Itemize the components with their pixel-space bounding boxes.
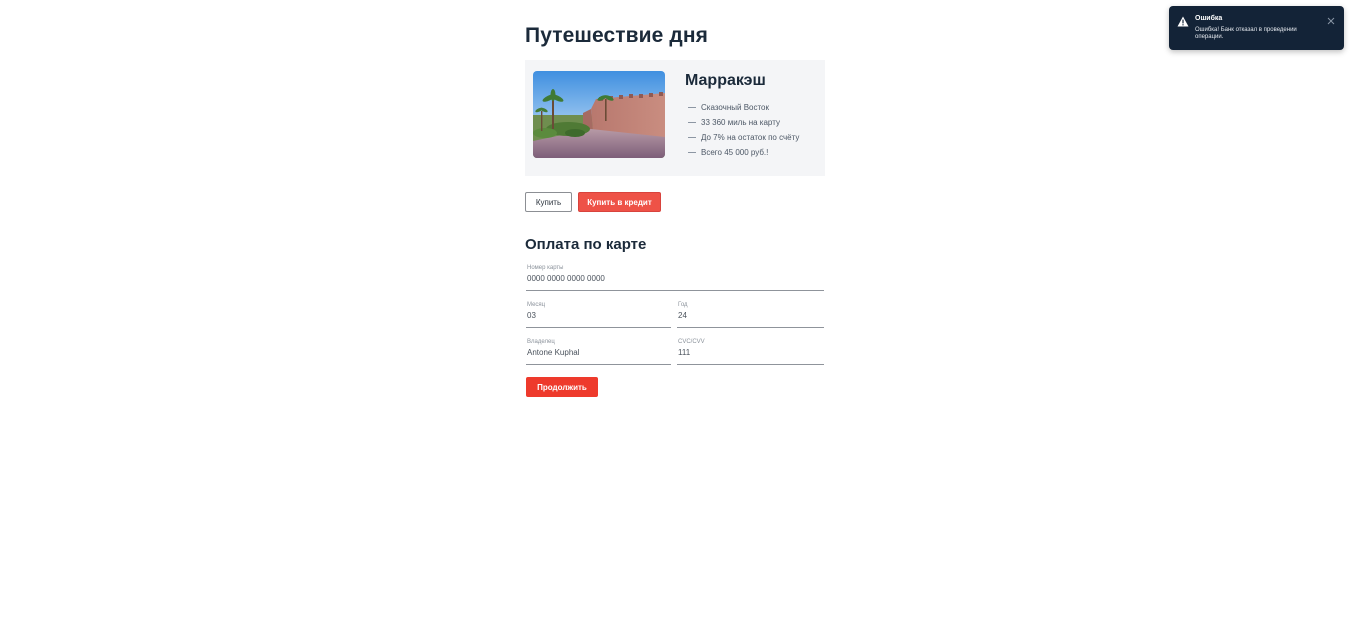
continue-button[interactable]: Продолжить <box>526 377 598 397</box>
year-label: Год <box>678 302 688 308</box>
offer-feature: Всего 45 000 руб.! <box>688 145 799 160</box>
owner-field: Владелец <box>526 339 671 365</box>
owner-label: Владелец <box>527 339 555 345</box>
notification-title: Ошибка <box>1195 15 1223 22</box>
page-title: Путешествие дня <box>525 24 708 47</box>
card-number-label: Номер карты <box>527 265 564 271</box>
cvc-field: CVC/CVV <box>677 339 824 365</box>
close-icon[interactable] <box>1326 13 1336 25</box>
offer-feature: 33 360 миль на карту <box>688 115 799 130</box>
card-number-field: Номер карты <box>526 265 824 291</box>
error-notification: Ошибка Ошибка! Банк отказал в проведении… <box>1169 6 1344 50</box>
month-label: Месяц <box>527 302 546 308</box>
card-number-input[interactable] <box>526 272 824 285</box>
offer-card: Марракэш Сказочный Восток 33 360 миль на… <box>525 60 825 176</box>
buy-on-credit-button[interactable]: Купить в кредит <box>578 192 661 212</box>
year-input[interactable] <box>677 309 824 322</box>
payment-section-title: Оплата по карте <box>525 236 647 253</box>
cvc-input[interactable] <box>677 346 824 359</box>
buy-button[interactable]: Купить <box>525 192 572 212</box>
warning-icon <box>1177 14 1189 27</box>
offer-feature: До 7% на остаток по счёту <box>688 130 799 145</box>
offer-image <box>533 71 665 158</box>
owner-input[interactable] <box>526 346 671 359</box>
cvc-label: CVC/CVV <box>678 339 705 345</box>
year-field: Год <box>677 302 824 328</box>
month-field: Месяц <box>526 302 671 328</box>
notification-message: Ошибка! Банк отказал в проведении операц… <box>1195 27 1297 40</box>
offer-city: Марракэш <box>685 72 766 89</box>
offer-feature: Сказочный Восток <box>688 100 799 115</box>
month-input[interactable] <box>526 309 671 322</box>
offer-features-list: Сказочный Восток 33 360 миль на карту До… <box>688 100 799 160</box>
